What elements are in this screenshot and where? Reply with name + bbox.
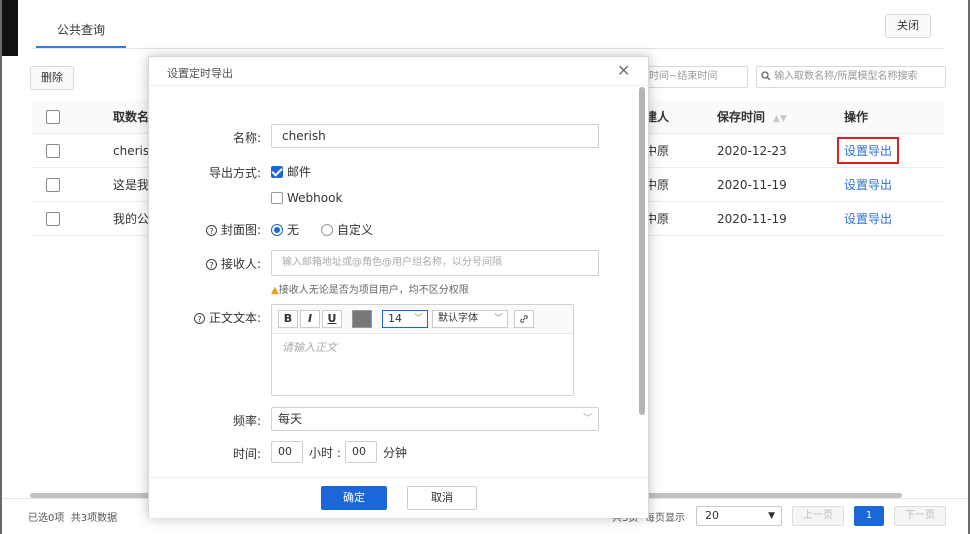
help-icon[interactable]: ?	[205, 259, 217, 270]
frequency-value: 每天	[278, 412, 303, 426]
per-page-value: 20	[705, 509, 719, 522]
font-family-select[interactable]: 默认字体 ﹀	[432, 310, 508, 328]
schedule-export-dialog: 设置定时导出 ✕ 名称: cherish 导出方式: 邮件 Webhook ? 封…	[148, 56, 649, 518]
set-export-link[interactable]: 设置导出	[844, 212, 892, 226]
recipient-label-text: 接收人:	[220, 257, 261, 271]
recipient-warning: ▲接收人无论是否为项目用户，均不区分权限	[271, 281, 469, 296]
frequency-select[interactable]: 每天 ﹀	[271, 407, 599, 431]
set-export-link[interactable]: 设置导出	[837, 137, 900, 164]
confirm-button[interactable]: 确定	[321, 486, 387, 510]
cover-custom-option[interactable]: 自定义	[321, 221, 373, 238]
next-page-button[interactable]: 下一页	[894, 506, 946, 526]
warning-icon: ▲	[271, 285, 279, 296]
body-label: ? 正文文本:	[179, 309, 261, 326]
recipient-input[interactable]: 输入邮箱地址或@角色@用户组名称，以分号间隔	[271, 250, 599, 276]
row-saved: 2020-11-19	[717, 201, 844, 236]
help-icon[interactable]: ?	[193, 313, 205, 324]
row-checkbox[interactable]	[46, 211, 60, 226]
row-checkbox[interactable]	[46, 143, 60, 158]
total-count: 共3项数据	[70, 513, 118, 524]
search-input[interactable]: 输入取数名称/所属模型名称搜索	[756, 66, 946, 88]
row-saved: 2020-12-23	[717, 133, 844, 168]
email-option[interactable]: 邮件	[271, 163, 311, 180]
cover-none-radio[interactable]	[271, 223, 283, 236]
dialog-footer: 确定 取消	[149, 477, 648, 518]
font-size-select[interactable]: 14 ﹀	[382, 310, 428, 328]
col-action: 操作	[844, 100, 944, 134]
sort-icon[interactable]: ▲▼	[773, 114, 787, 124]
col-saved-label: 保存时间	[717, 110, 766, 124]
bold-button[interactable]: B	[278, 310, 298, 328]
select-all-checkbox[interactable]	[46, 109, 60, 124]
per-page-label: 每页显示	[645, 513, 685, 524]
body-label-text: 正文文本:	[208, 311, 261, 325]
minute-input[interactable]: 00	[345, 441, 377, 463]
row-checkbox[interactable]	[46, 177, 60, 192]
chevron-down-icon: ▼	[768, 511, 775, 521]
dialog-title: 设置定时导出	[167, 67, 233, 80]
tab-public-query[interactable]: 公共查询	[36, 16, 126, 48]
recipient-label: ? 接收人:	[193, 255, 261, 272]
webhook-label: Webhook	[287, 190, 343, 205]
dialog-header: 设置定时导出 ✕	[149, 57, 648, 86]
email-label: 邮件	[287, 165, 312, 179]
cover-label-text: 封面图:	[220, 223, 261, 237]
dark-edge	[2, 0, 18, 56]
time-label: 时间:	[232, 447, 261, 461]
export-method-label: 导出方式:	[208, 166, 261, 180]
name-label: 名称:	[232, 131, 261, 145]
page-1-button[interactable]: 1	[854, 506, 884, 526]
prev-page-button[interactable]: 上一页	[792, 506, 844, 526]
close-icon[interactable]: ✕	[617, 61, 630, 80]
selection-info: 已选0项 共3项数据	[28, 509, 117, 524]
tab-divider	[32, 48, 944, 49]
body-placeholder: 请输入正文	[282, 341, 337, 354]
selected-count: 已选0项	[28, 513, 65, 524]
email-checkbox[interactable]	[271, 165, 283, 178]
link-icon	[520, 315, 528, 323]
chevron-down-icon: ﹀	[582, 414, 592, 424]
underline-button[interactable]: U	[322, 310, 342, 328]
text-color-button[interactable]	[352, 310, 372, 328]
col-saved[interactable]: 保存时间 ▲▼	[717, 100, 844, 134]
font-size-value: 14	[388, 312, 402, 325]
recipient-warning-text: 接收人无论是否为项目用户，均不区分权限	[278, 285, 469, 296]
webhook-option[interactable]: Webhook	[271, 190, 342, 205]
dialog-scrollbar[interactable]	[639, 87, 645, 415]
hour-input[interactable]: 00	[271, 441, 303, 463]
cover-custom-label: 自定义	[337, 223, 374, 237]
main-panel: 公共查询 关闭 删除 开始时间~结束时间 输入取数名称/所属模型名称搜索 取数名…	[2, 0, 968, 534]
hour-unit: 小时 :	[309, 446, 341, 460]
frequency-label: 频率:	[232, 414, 261, 428]
editor-toolbar: B I U 14 ﹀ 默认字体 ﹀	[272, 305, 573, 334]
search-icon	[761, 71, 771, 81]
link-button[interactable]	[514, 310, 534, 328]
close-button[interactable]: 关闭	[885, 14, 931, 38]
delete-button[interactable]: 删除	[30, 66, 74, 90]
row-saved: 2020-11-19	[717, 167, 844, 202]
minute-unit: 分钟	[383, 446, 408, 460]
cancel-button[interactable]: 取消	[407, 486, 477, 510]
cover-none-label: 无	[287, 223, 300, 237]
webhook-checkbox[interactable]	[271, 191, 283, 204]
cover-custom-radio[interactable]	[321, 223, 333, 236]
set-export-link[interactable]: 设置导出	[844, 178, 892, 192]
italic-button[interactable]: I	[300, 310, 320, 328]
per-page-select[interactable]: 20 ▼	[696, 506, 782, 526]
chevron-down-icon: ﹀	[413, 314, 423, 324]
body-editor[interactable]: B I U 14 ﹀ 默认字体 ﹀ 请输入正文	[271, 304, 574, 396]
search-placeholder: 输入取数名称/所属模型名称搜索	[774, 71, 918, 82]
name-input[interactable]: cherish	[271, 124, 599, 148]
cover-none-option[interactable]: 无	[271, 221, 299, 238]
help-icon[interactable]: ?	[205, 225, 217, 236]
cover-label: ? 封面图:	[193, 221, 261, 238]
font-family-value: 默认字体	[438, 313, 478, 324]
chevron-down-icon: ﹀	[493, 314, 503, 324]
